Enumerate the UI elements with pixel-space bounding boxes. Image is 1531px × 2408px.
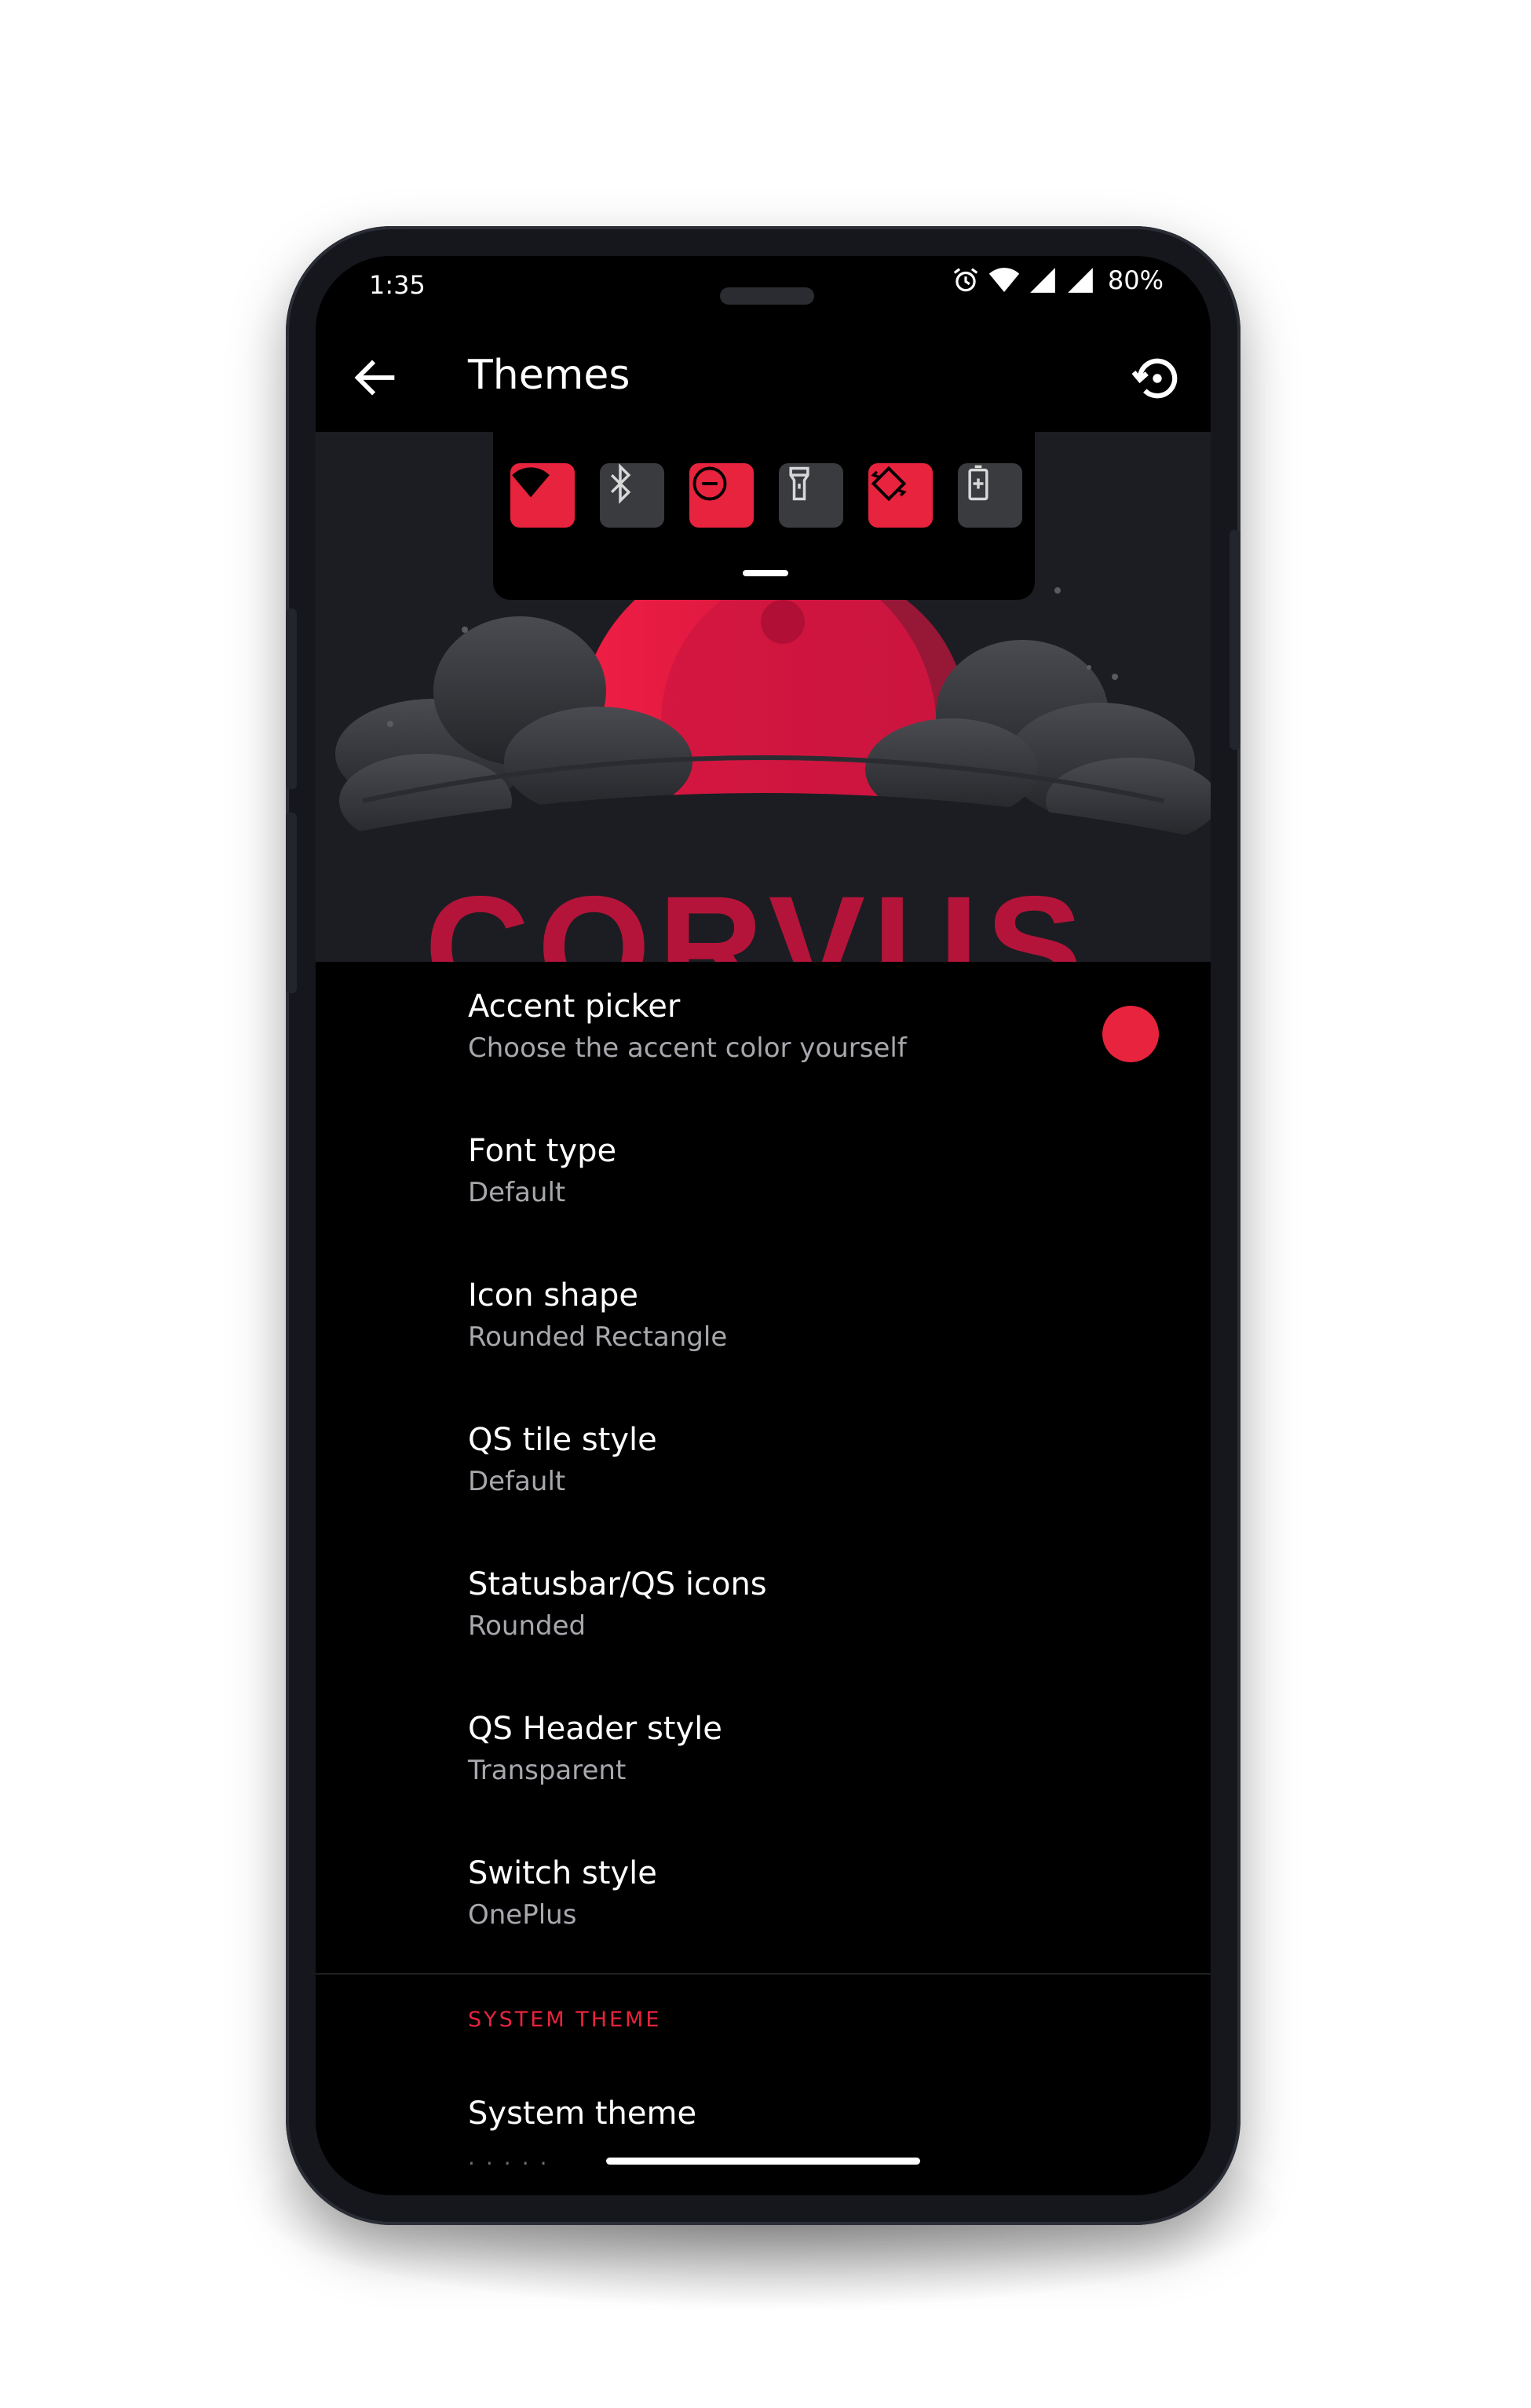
- app-bar: Themes: [316, 327, 1211, 432]
- accent-color-swatch[interactable]: [1102, 1006, 1159, 1062]
- corvus-logo: CORVUS: [425, 867, 1091, 962]
- section-divider: [316, 1973, 1211, 1975]
- arrow-left-icon: [354, 360, 395, 396]
- qs-tile-flashlight: [779, 463, 843, 528]
- qs-tile-battery-saver: [958, 463, 1022, 528]
- pref-title: Font type: [468, 1133, 617, 1169]
- battery-percentage: 80%: [1107, 265, 1164, 295]
- flashlight-icon: [789, 466, 809, 501]
- pref-qs-header-style[interactable]: QS Header style Transparent: [316, 1684, 1211, 1829]
- signal-icon-2: [1065, 265, 1095, 295]
- status-bar: 1:35 80%: [316, 256, 1211, 327]
- quick-settings-preview: [493, 432, 1035, 600]
- pref-title: Switch style: [468, 1855, 657, 1891]
- pref-summary: Rounded Rectangle: [468, 1321, 728, 1353]
- pref-title: QS tile style: [468, 1422, 657, 1458]
- pref-icon-shape[interactable]: Icon shape Rounded Rectangle: [316, 1251, 1211, 1395]
- pref-system-theme[interactable]: System theme .....: [316, 2069, 1211, 2195]
- pref-accent-picker[interactable]: Accent picker Choose the accent color yo…: [316, 962, 1211, 1106]
- do-not-disturb-icon: [692, 466, 727, 501]
- signal-icon: [1028, 265, 1058, 295]
- auto-rotate-icon: [871, 466, 907, 502]
- section-header-system-theme: SYSTEM THEME: [468, 2008, 662, 2032]
- alarm-icon: [951, 265, 981, 295]
- volume-button-lower: [286, 813, 297, 993]
- pref-summary-clipped: .....: [468, 2144, 558, 2170]
- pref-title: Statusbar/QS icons: [468, 1566, 767, 1602]
- pref-title: Accent picker: [468, 988, 681, 1025]
- status-icons: 80%: [951, 265, 1164, 295]
- qs-tile-bluetooth: [600, 463, 664, 528]
- pref-summary: Rounded: [468, 1610, 586, 1642]
- pref-title: QS Header style: [468, 1711, 722, 1747]
- volume-button: [286, 608, 297, 789]
- wifi-status-icon: [988, 265, 1020, 295]
- pref-summary: Transparent: [468, 1755, 627, 1786]
- wifi-icon: [512, 467, 550, 498]
- screen: 1:35 80% Themes CORVUS Accent picker Cho…: [316, 256, 1211, 2195]
- bluetooth-icon: [610, 463, 631, 504]
- battery-saver-icon: [968, 465, 988, 501]
- pref-summary: Default: [468, 1177, 566, 1208]
- pref-title: Icon shape: [468, 1277, 639, 1314]
- pref-summary: OnePlus: [468, 1899, 577, 1931]
- back-button[interactable]: [349, 350, 404, 405]
- power-button: [1230, 530, 1241, 750]
- qs-tile-wifi: [510, 463, 575, 528]
- page-title: Themes: [468, 352, 630, 399]
- theme-hero-banner: CORVUS: [316, 432, 1211, 962]
- qs-tile-dnd: [689, 463, 754, 528]
- pref-title: System theme: [468, 2096, 697, 2132]
- qs-panel-handle: [743, 570, 788, 576]
- pref-statusbar-qs-icons[interactable]: Statusbar/QS icons Rounded: [316, 1540, 1211, 1684]
- status-time: 1:35: [369, 270, 426, 300]
- pref-switch-style[interactable]: Switch style OnePlus: [316, 1829, 1211, 1973]
- pref-summary: Default: [468, 1466, 566, 1497]
- pref-qs-tile-style[interactable]: QS tile style Default: [316, 1395, 1211, 1540]
- pref-summary: Choose the accent color yourself: [468, 1032, 907, 1064]
- qs-tile-auto-rotate: [868, 463, 933, 528]
- pref-font-type[interactable]: Font type Default: [316, 1106, 1211, 1251]
- restore-icon: [1131, 358, 1178, 399]
- earpiece-speaker: [720, 287, 814, 305]
- gesture-nav-bar[interactable]: [606, 2158, 920, 2165]
- reset-button[interactable]: [1127, 349, 1187, 408]
